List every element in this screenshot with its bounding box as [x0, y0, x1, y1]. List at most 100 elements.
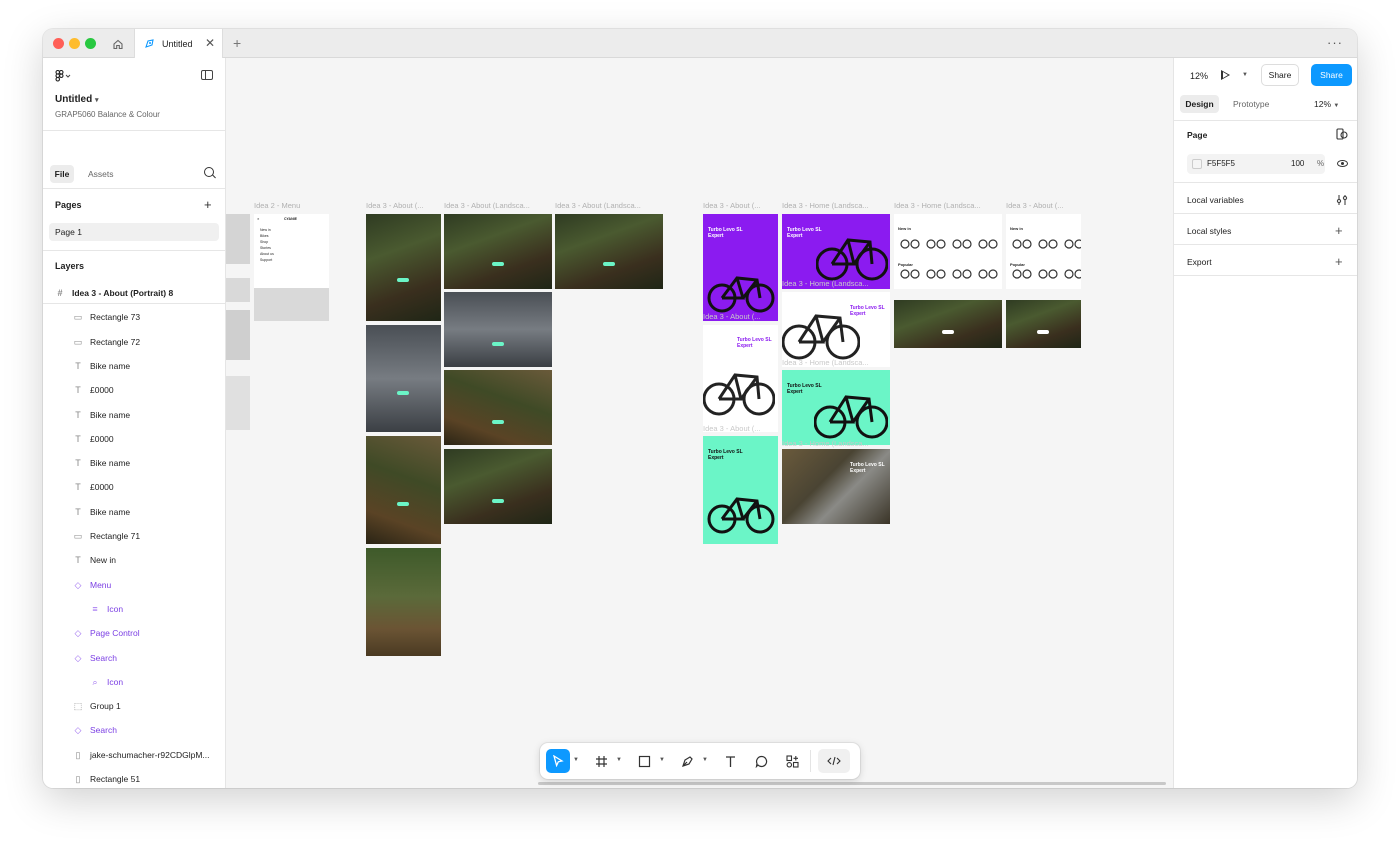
frame-label[interactable]: Idea 3 - About (...: [366, 201, 442, 210]
tab-design[interactable]: Design: [1180, 95, 1219, 113]
zoom-dropdown[interactable]: 12% ▼: [1314, 99, 1339, 109]
maximize-window-button[interactable]: [85, 38, 96, 49]
close-tab-icon[interactable]: ✕: [205, 37, 215, 49]
minimize-window-button[interactable]: [69, 38, 80, 49]
layer-item[interactable]: ▯ Rectangle 51: [43, 768, 225, 788]
frame-label[interactable]: Idea 3 - About (Landsca...: [555, 201, 663, 210]
add-style-icon[interactable]: +: [1335, 224, 1343, 237]
share-button[interactable]: Share: [1261, 64, 1299, 86]
about-landscape-frame[interactable]: [555, 214, 663, 289]
about-landscape-frame[interactable]: [444, 449, 552, 524]
layer-item[interactable]: T New in: [43, 549, 225, 571]
local-variables-heading[interactable]: Local variables: [1187, 195, 1244, 205]
more-options-button[interactable]: ···: [1327, 35, 1343, 50]
page-color-field[interactable]: F5F5F5 100 %: [1187, 154, 1325, 174]
tab-prototype[interactable]: Prototype: [1233, 99, 1269, 109]
file-name[interactable]: Untitled ▾: [55, 94, 99, 105]
page-color-value[interactable]: F5F5F5: [1207, 159, 1235, 168]
product-portrait-frame[interactable]: Turbo Levo SL Expert: [703, 436, 778, 544]
frame-label[interactable]: Idea 3 - Home (Landsca...: [894, 201, 1002, 210]
local-styles-heading[interactable]: Local styles: [1187, 226, 1231, 236]
partial-frame[interactable]: [226, 310, 250, 360]
pen-tool[interactable]: [675, 749, 699, 773]
partial-frame[interactable]: [226, 278, 250, 302]
layer-item[interactable]: T Bike name: [43, 501, 225, 523]
dev-mode-toggle[interactable]: [818, 749, 850, 773]
layer-item[interactable]: ▭ Rectangle 72: [43, 331, 225, 353]
home-listing-frame[interactable]: New in Popular: [1006, 214, 1081, 289]
layer-item[interactable]: ⌕ Icon: [43, 671, 225, 693]
move-tool[interactable]: [546, 749, 570, 773]
present-play-icon[interactable]: [1221, 70, 1230, 80]
frame-label[interactable]: Idea 3 - Home (Landsca...: [782, 201, 890, 210]
export-heading[interactable]: Export: [1187, 257, 1212, 267]
tab-assets[interactable]: Assets: [88, 169, 114, 179]
partial-frame[interactable]: [226, 376, 250, 430]
tab-file[interactable]: File: [50, 165, 74, 183]
search-icon[interactable]: [204, 167, 214, 177]
add-export-icon[interactable]: +: [1335, 255, 1343, 268]
product-portrait-frame[interactable]: Turbo Levo SL Expert: [703, 214, 778, 321]
home-button[interactable]: [105, 29, 131, 58]
layer-item[interactable]: ▯ jake-schumacher-r92CDGlpM...: [43, 744, 225, 766]
home-listing-frame[interactable]: New in Popular: [894, 214, 1002, 289]
layer-item[interactable]: T Bike name: [43, 355, 225, 377]
about-landscape-frame[interactable]: [444, 214, 552, 289]
page-opacity-value[interactable]: 100: [1291, 159, 1304, 168]
color-swatch[interactable]: [1192, 159, 1202, 169]
frame-label[interactable]: Idea 3 - Home (Landsca...: [782, 439, 890, 448]
product-portrait-frame[interactable]: Turbo Levo SL Expert: [703, 325, 778, 432]
frame-label[interactable]: Idea 3 - Home (Landsca...: [782, 279, 890, 288]
canvas[interactable]: Idea 2 - Menu ✕ CYANIE New in Bikes Shop…: [226, 58, 1173, 788]
layer-item[interactable]: # Idea 3 - About (Portrait) 8: [43, 282, 225, 304]
styles-icon[interactable]: [1336, 128, 1348, 140]
layer-item[interactable]: ◇ Search: [43, 719, 225, 741]
about-landscape-frame[interactable]: [444, 292, 552, 367]
main-menu-button[interactable]: [55, 69, 71, 85]
layer-item[interactable]: ◇ Page Control: [43, 622, 225, 644]
zoom-level[interactable]: 12%: [1190, 71, 1208, 81]
about-portrait-frame[interactable]: [366, 436, 441, 544]
home-landscape-frame[interactable]: Turbo Levo SL Expert: [782, 292, 890, 367]
layer-item[interactable]: ▭ Rectangle 73: [43, 306, 225, 328]
about-portrait-frame[interactable]: [366, 325, 441, 432]
home-landscape-frame[interactable]: Turbo Levo SL Expert: [782, 370, 890, 445]
layer-item[interactable]: T £0000: [43, 476, 225, 498]
home-banner-frame[interactable]: [894, 300, 1002, 348]
new-tab-button[interactable]: +: [233, 35, 241, 51]
actions-tool[interactable]: [780, 749, 804, 773]
layer-item[interactable]: ◇ Search: [43, 647, 225, 669]
share-primary-button[interactable]: Share: [1311, 64, 1352, 86]
add-page-icon[interactable]: +: [204, 198, 212, 211]
toggle-sidebar-button[interactable]: [201, 70, 213, 80]
menu-frame[interactable]: ✕ CYANIE New in Bikes Shop Stories About…: [254, 214, 329, 321]
variables-sliders-icon[interactable]: [1336, 194, 1348, 206]
page-item[interactable]: Page 1: [49, 223, 219, 241]
frame-tool[interactable]: [589, 749, 613, 773]
partial-frame[interactable]: [226, 214, 250, 264]
frame-label[interactable]: Idea 3 - About (...: [703, 201, 778, 210]
home-landscape-frame[interactable]: Turbo Levo SL Expert: [782, 449, 890, 524]
frame-label[interactable]: Idea 3 - Home (Landsca...: [782, 358, 890, 367]
about-portrait-frame[interactable]: [366, 548, 441, 656]
horizontal-scrollbar[interactable]: [538, 782, 1166, 785]
frame-label[interactable]: Idea 3 - About (...: [703, 312, 778, 321]
frame-label[interactable]: Idea 3 - About (...: [703, 424, 778, 433]
text-tool[interactable]: [718, 749, 742, 773]
shape-tool[interactable]: [632, 749, 656, 773]
frame-label[interactable]: Idea 3 - About (...: [1006, 201, 1081, 210]
chevron-down-icon[interactable]: ▼: [702, 757, 708, 763]
chevron-down-icon[interactable]: ▼: [616, 757, 622, 763]
visibility-eye-icon[interactable]: [1337, 160, 1348, 167]
about-portrait-frame[interactable]: [366, 214, 441, 321]
layer-item[interactable]: T £0000: [43, 428, 225, 450]
file-tab[interactable]: Untitled ✕: [134, 29, 223, 58]
layer-item[interactable]: T Bike name: [43, 404, 225, 426]
close-window-button[interactable]: [53, 38, 64, 49]
chevron-down-icon[interactable]: ▼: [573, 757, 579, 763]
frame-label[interactable]: Idea 2 - Menu: [254, 201, 330, 210]
layer-item[interactable]: T Bike name: [43, 452, 225, 474]
layer-item[interactable]: ▭ Rectangle 71: [43, 525, 225, 547]
frame-label[interactable]: Idea 3 - About (Landsca...: [444, 201, 552, 210]
project-name[interactable]: GRAP5060 Balance & Colour: [55, 110, 160, 119]
